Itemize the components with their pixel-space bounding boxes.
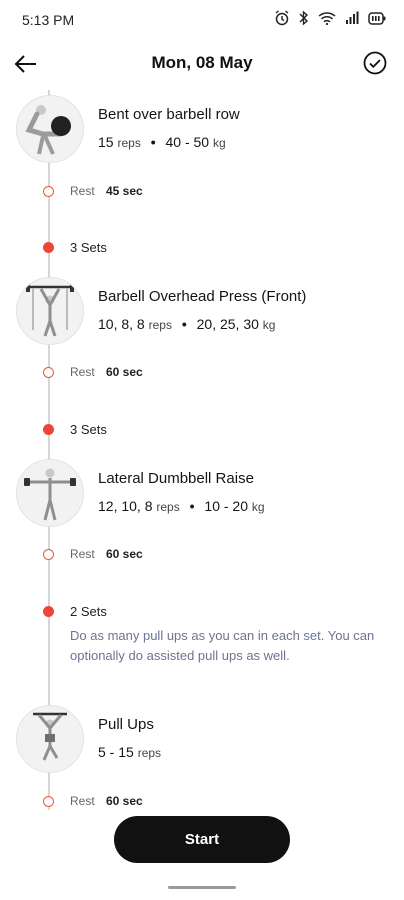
exercise-thumbnail-bent-over-row[interactable] bbox=[16, 95, 84, 163]
set-marker bbox=[43, 242, 54, 253]
reps-unit: reps bbox=[117, 136, 141, 150]
exercise-thumbnail-lateral-raise[interactable] bbox=[16, 459, 84, 527]
separator-dot: • bbox=[150, 134, 156, 150]
weight-unit: kg bbox=[212, 136, 226, 150]
reps-unit: reps bbox=[148, 318, 172, 332]
reps-unit: reps bbox=[156, 500, 180, 514]
exercise-detail: 15 reps • 40 - 50 kg bbox=[98, 134, 226, 150]
alarm-icon bbox=[275, 10, 289, 26]
exercise-detail: 12, 10, 8 reps • 10 - 20 kg bbox=[98, 498, 265, 514]
exercise-name[interactable]: Lateral Dumbbell Raise bbox=[98, 470, 254, 487]
status-icons bbox=[274, 10, 386, 26]
app-header: Mon, 08 May bbox=[0, 40, 404, 88]
weight-unit: kg bbox=[251, 500, 265, 514]
status-bar: 5:13 PM bbox=[0, 0, 404, 40]
reps-unit: reps bbox=[137, 746, 162, 760]
rest-marker bbox=[43, 796, 54, 807]
exercise-thumbnail-pull-ups[interactable] bbox=[16, 705, 84, 773]
exercise-name[interactable]: Pull Ups bbox=[98, 716, 154, 733]
reps-value: 15 bbox=[98, 134, 114, 150]
sets-label: 2 Sets bbox=[70, 604, 107, 619]
check-circle-icon[interactable] bbox=[362, 50, 388, 76]
wifi-icon bbox=[318, 12, 336, 25]
rest-label: Rest bbox=[70, 547, 95, 561]
set-marker bbox=[43, 606, 54, 617]
rest-marker bbox=[43, 186, 54, 197]
exercise-name[interactable]: Barbell Overhead Press (Front) bbox=[98, 288, 306, 305]
sets-label: 3 Sets bbox=[70, 422, 107, 437]
rest-value: 60 sec bbox=[106, 794, 143, 808]
exercise-name[interactable]: Bent over barbell row bbox=[98, 106, 240, 123]
exercise-detail: 10, 8, 8 reps • 20, 25, 30 kg bbox=[98, 316, 275, 332]
start-button[interactable]: Start bbox=[114, 816, 290, 863]
reps-value: 5 - 15 bbox=[98, 744, 134, 760]
weight-value: 10 - 20 bbox=[204, 498, 249, 514]
timeline-line bbox=[48, 90, 50, 810]
separator-dot: • bbox=[189, 498, 195, 514]
status-time: 5:13 PM bbox=[22, 12, 75, 28]
rest-label: Rest bbox=[70, 365, 95, 379]
reps-value: 10, 8, 8 bbox=[98, 316, 145, 332]
rest-marker bbox=[43, 549, 54, 560]
page-title: Mon, 08 May bbox=[151, 53, 253, 72]
rest-value: 60 sec bbox=[106, 547, 143, 561]
rest-label: Rest bbox=[70, 794, 95, 808]
separator-dot: • bbox=[181, 316, 187, 332]
rest-value: 60 sec bbox=[106, 365, 143, 379]
reps-value: 12, 10, 8 bbox=[98, 498, 153, 514]
rest-value: 45 sec bbox=[106, 184, 143, 198]
weight-value: 40 - 50 bbox=[165, 134, 210, 150]
sets-label: 3 Sets bbox=[70, 240, 107, 255]
home-indicator[interactable] bbox=[168, 886, 236, 889]
weight-value: 20, 25, 30 bbox=[196, 316, 259, 332]
exercise-note: Do as many pull ups as you can in each s… bbox=[70, 628, 375, 663]
rest-label: Rest bbox=[70, 184, 95, 198]
bluetooth-icon bbox=[299, 10, 309, 26]
exercise-detail: 5 - 15 reps bbox=[98, 744, 161, 760]
set-marker bbox=[43, 424, 54, 435]
exercise-thumbnail-overhead-press[interactable] bbox=[16, 277, 84, 345]
battery-icon bbox=[368, 11, 386, 25]
rest-marker bbox=[43, 367, 54, 378]
signal-icon bbox=[346, 11, 359, 24]
weight-unit: kg bbox=[262, 318, 276, 332]
